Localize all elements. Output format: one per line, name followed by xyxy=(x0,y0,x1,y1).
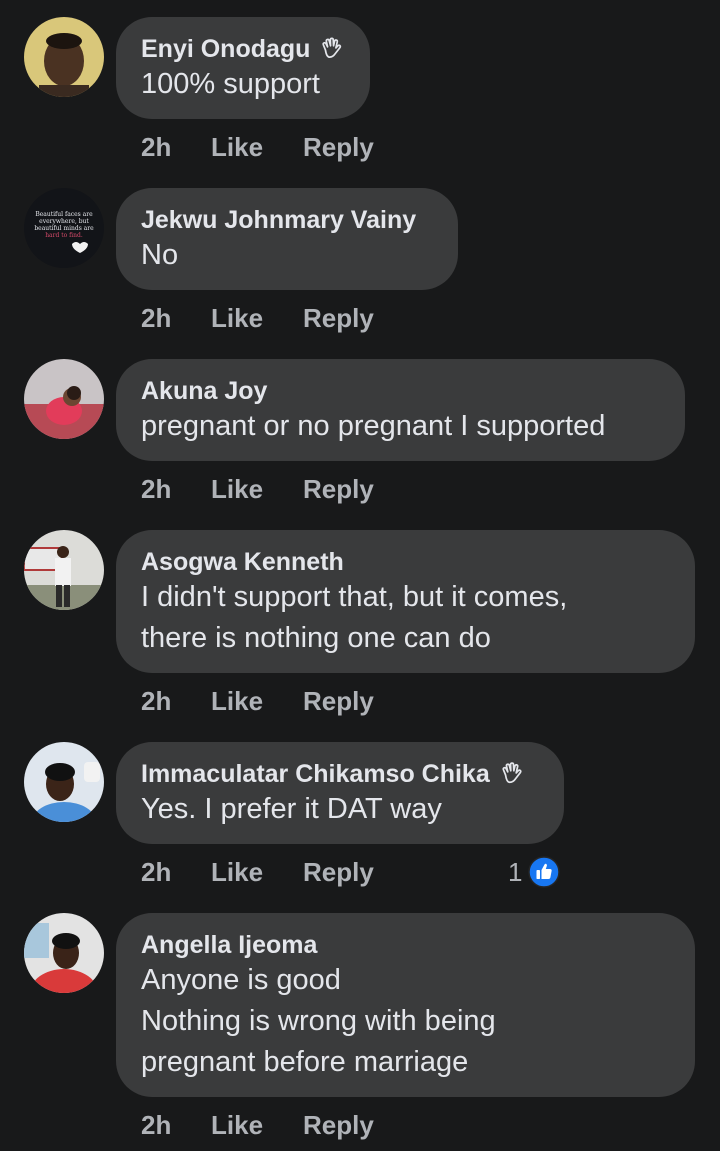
comment-actions: 2h Like Reply xyxy=(141,469,374,509)
avatar[interactable] xyxy=(24,742,104,822)
avatar[interactable] xyxy=(24,913,104,993)
reply-button[interactable]: Reply xyxy=(303,303,374,334)
author-name[interactable]: Enyi Onodagu xyxy=(141,34,310,64)
comment-text-line: Nothing is wrong with being xyxy=(141,1005,496,1037)
reply-button[interactable]: Reply xyxy=(303,686,374,717)
comment-bubble: Asogwa Kenneth I didn't support that, bu… xyxy=(116,530,695,673)
comment-actions: 2h Like Reply xyxy=(141,298,374,338)
wave-icon xyxy=(322,37,342,58)
timestamp[interactable]: 2h xyxy=(141,1110,211,1141)
timestamp[interactable]: 2h xyxy=(141,303,211,334)
comment-text-line: there is nothing one can do xyxy=(141,622,491,654)
comment-text: No xyxy=(141,239,179,271)
like-button[interactable]: Like xyxy=(211,132,303,163)
comment-text-line: Anyone is good xyxy=(141,964,341,996)
reply-button[interactable]: Reply xyxy=(303,132,374,163)
avatar[interactable] xyxy=(24,530,104,610)
comment-text: pregnant or no pregnant I supported xyxy=(141,410,606,442)
like-button[interactable]: Like xyxy=(211,474,303,505)
author-name[interactable]: Akuna Joy xyxy=(141,376,267,406)
comment-author[interactable]: Immaculatar Chikamso Chika xyxy=(141,759,538,789)
author-name[interactable]: Asogwa Kenneth xyxy=(141,547,344,577)
timestamp[interactable]: 2h xyxy=(141,857,211,888)
reply-button[interactable]: Reply xyxy=(303,1110,374,1141)
reply-button[interactable]: Reply xyxy=(303,474,374,505)
comment-bubble: Angella Ijeoma Anyone is good Nothing is… xyxy=(116,913,695,1097)
comment-text: 100% support xyxy=(141,68,320,100)
like-button[interactable]: Like xyxy=(211,1110,303,1141)
comment-author[interactable]: Akuna Joy xyxy=(141,376,659,406)
comment-text-line: I didn't support that, but it comes, xyxy=(141,581,568,613)
comment-author[interactable]: Enyi Onodagu xyxy=(141,34,344,64)
comment-bubble: Immaculatar Chikamso Chika Yes. I prefer… xyxy=(116,742,564,844)
author-name[interactable]: Immaculatar Chikamso Chika xyxy=(141,759,490,789)
comment-bubble: Enyi Onodagu 100% support xyxy=(116,17,370,119)
comment-actions: 2h Like Reply xyxy=(141,681,374,721)
comment-author[interactable]: Angella Ijeoma xyxy=(141,930,669,960)
comment-author[interactable]: Jekwu Johnmary Vainy xyxy=(141,205,432,235)
reply-button[interactable]: Reply xyxy=(303,857,374,888)
timestamp[interactable]: 2h xyxy=(141,474,211,505)
comment-actions: 2h Like Reply xyxy=(141,1105,374,1145)
avatar[interactable] xyxy=(24,17,104,97)
svg-text:hard to find.: hard to find. xyxy=(45,232,83,239)
svg-text:beautiful minds are: beautiful minds are xyxy=(34,225,94,232)
svg-text:Beautiful faces are: Beautiful faces are xyxy=(35,211,93,218)
author-name[interactable]: Angella Ijeoma xyxy=(141,930,317,960)
like-button[interactable]: Like xyxy=(211,303,303,334)
svg-text:everywhere, but: everywhere, but xyxy=(39,218,89,225)
reaction-summary[interactable]: 1 xyxy=(508,852,561,892)
timestamp[interactable]: 2h xyxy=(141,686,211,717)
like-button[interactable]: Like xyxy=(211,686,303,717)
thumbs-up-icon xyxy=(528,856,561,888)
comment-text: Yes. I prefer it DAT way xyxy=(141,793,442,825)
like-button[interactable]: Like xyxy=(211,857,303,888)
comment-bubble: Akuna Joy pregnant or no pregnant I supp… xyxy=(116,359,685,461)
comment-actions: 2h Like Reply xyxy=(141,127,374,167)
avatar[interactable]: Beautiful faces are everywhere, but beau… xyxy=(24,188,104,268)
comment-text-line: pregnant before marriage xyxy=(141,1046,469,1078)
reaction-count: 1 xyxy=(508,856,523,887)
comment-author[interactable]: Asogwa Kenneth xyxy=(141,547,669,577)
avatar[interactable] xyxy=(24,359,104,439)
wave-icon xyxy=(502,762,522,784)
comment-actions: 2h Like Reply xyxy=(141,852,374,892)
timestamp[interactable]: 2h xyxy=(141,132,211,163)
author-name[interactable]: Jekwu Johnmary Vainy xyxy=(141,205,416,235)
comment-bubble: Jekwu Johnmary Vainy No xyxy=(116,188,458,290)
